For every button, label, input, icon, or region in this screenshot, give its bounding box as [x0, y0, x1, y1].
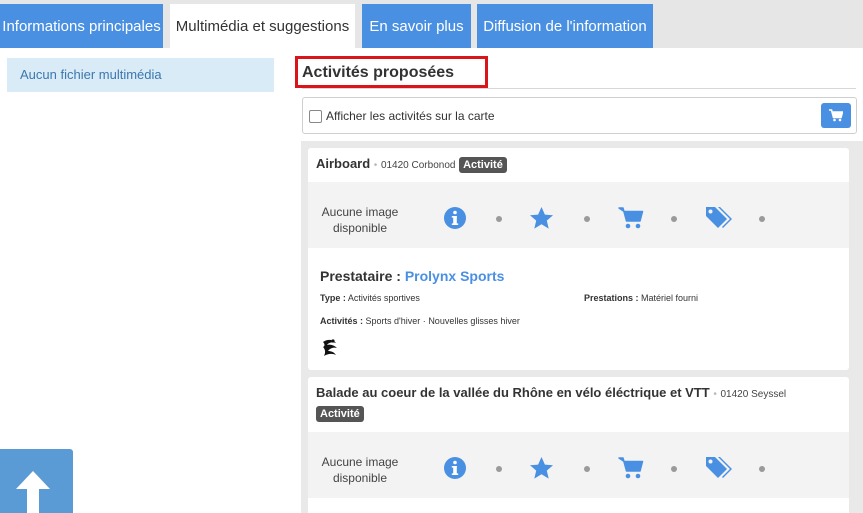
separator-dot	[496, 216, 502, 222]
separator-dot	[496, 466, 502, 472]
cart-icon[interactable]	[618, 456, 644, 480]
no-image-text: Aucune image disponible	[321, 455, 399, 485]
star-icon[interactable]	[529, 456, 554, 480]
activity-card[interactable]: Airboard • 01420 Corbonod Activité Aucun…	[308, 148, 849, 370]
separator-dot	[759, 466, 765, 472]
prestations-field: Prestations : Matériel fourni	[584, 293, 698, 303]
activites-label: Activités :	[320, 316, 364, 326]
separator-dot	[671, 216, 677, 222]
type-label: Type :	[320, 293, 346, 303]
activites-separator: ·	[422, 316, 426, 326]
activity-badge-line: Activité	[316, 404, 364, 422]
activity-card[interactable]: Balade au coeur de la vallée du Rhône en…	[308, 377, 849, 513]
provider-line: Prestataire : Prolynx Sports	[320, 268, 504, 284]
arrow-up-icon	[16, 471, 50, 513]
tags-icon[interactable]	[703, 206, 733, 230]
info-icon[interactable]	[443, 456, 467, 480]
type-value: Activités sportives	[347, 293, 420, 303]
tab-diffusion-information[interactable]: Diffusion de l'information	[477, 4, 653, 48]
activity-title-line: Balade au coeur de la vallée du Rhône en…	[316, 385, 786, 400]
type-field: Type : Activités sportives	[320, 293, 420, 303]
activity-badge: Activité	[316, 406, 364, 422]
cart-icon	[829, 109, 843, 122]
activity-name[interactable]: Balade au coeur de la vallée du Rhône en…	[316, 385, 710, 400]
activites-field: Activités : Sports d'hiver · Nouvelles g…	[320, 316, 520, 326]
tags-icon[interactable]	[703, 456, 733, 480]
star-icon[interactable]	[529, 206, 554, 230]
show-on-map-label[interactable]: Afficher les activités sur la carte	[326, 109, 495, 123]
cart-icon[interactable]	[618, 206, 644, 230]
prestations-value: Matériel fourni	[641, 293, 699, 303]
separator-dot	[584, 216, 590, 222]
section-header: Activités proposées	[295, 56, 856, 89]
tab-multimedia-suggestions[interactable]: Multimédia et suggestions	[170, 4, 355, 48]
section-title: Activités proposées	[302, 64, 455, 81]
activity-location: 01420 Corbonod	[380, 160, 456, 171]
provider-link[interactable]: Prolynx Sports	[405, 268, 505, 284]
no-image-text: Aucune image disponible	[321, 205, 399, 235]
map-toggle-bar: Afficher les activités sur la carte	[302, 97, 857, 134]
scroll-to-top-button[interactable]	[0, 449, 73, 513]
media-empty-notice: Aucun fichier multimédia	[7, 58, 274, 92]
separator-dot: •	[713, 389, 717, 400]
activity-location: 01420 Seyssel	[720, 389, 787, 400]
activity-icons-row: Aucune image disponible	[308, 182, 849, 248]
separator-dot	[759, 216, 765, 222]
show-on-map-checkbox[interactable]	[309, 110, 322, 123]
cart-button[interactable]	[821, 103, 851, 128]
separator-dot: •	[373, 160, 378, 171]
label-logo-icon	[320, 338, 340, 358]
info-icon[interactable]	[443, 206, 467, 230]
activity-name[interactable]: Airboard	[316, 156, 370, 171]
tab-en-savoir-plus[interactable]: En savoir plus	[362, 4, 471, 48]
prestations-label: Prestations :	[584, 293, 639, 303]
activites-value: Sports d'hiver	[365, 316, 421, 326]
activity-badge: Activité	[459, 157, 507, 173]
provider-label: Prestataire :	[320, 268, 401, 284]
separator-dot	[584, 466, 590, 472]
activites-value: Nouvelles glisses hiver	[428, 316, 520, 326]
page: Informations principales Multimédia et s…	[0, 0, 863, 513]
tab-informations-principales[interactable]: Informations principales	[0, 4, 163, 48]
separator-dot	[671, 466, 677, 472]
activity-icons-row: Aucune image disponible	[308, 432, 849, 498]
tab-bar: Informations principales Multimédia et s…	[0, 0, 863, 48]
activity-title-line: Airboard • 01420 Corbonod Activité	[316, 156, 507, 173]
